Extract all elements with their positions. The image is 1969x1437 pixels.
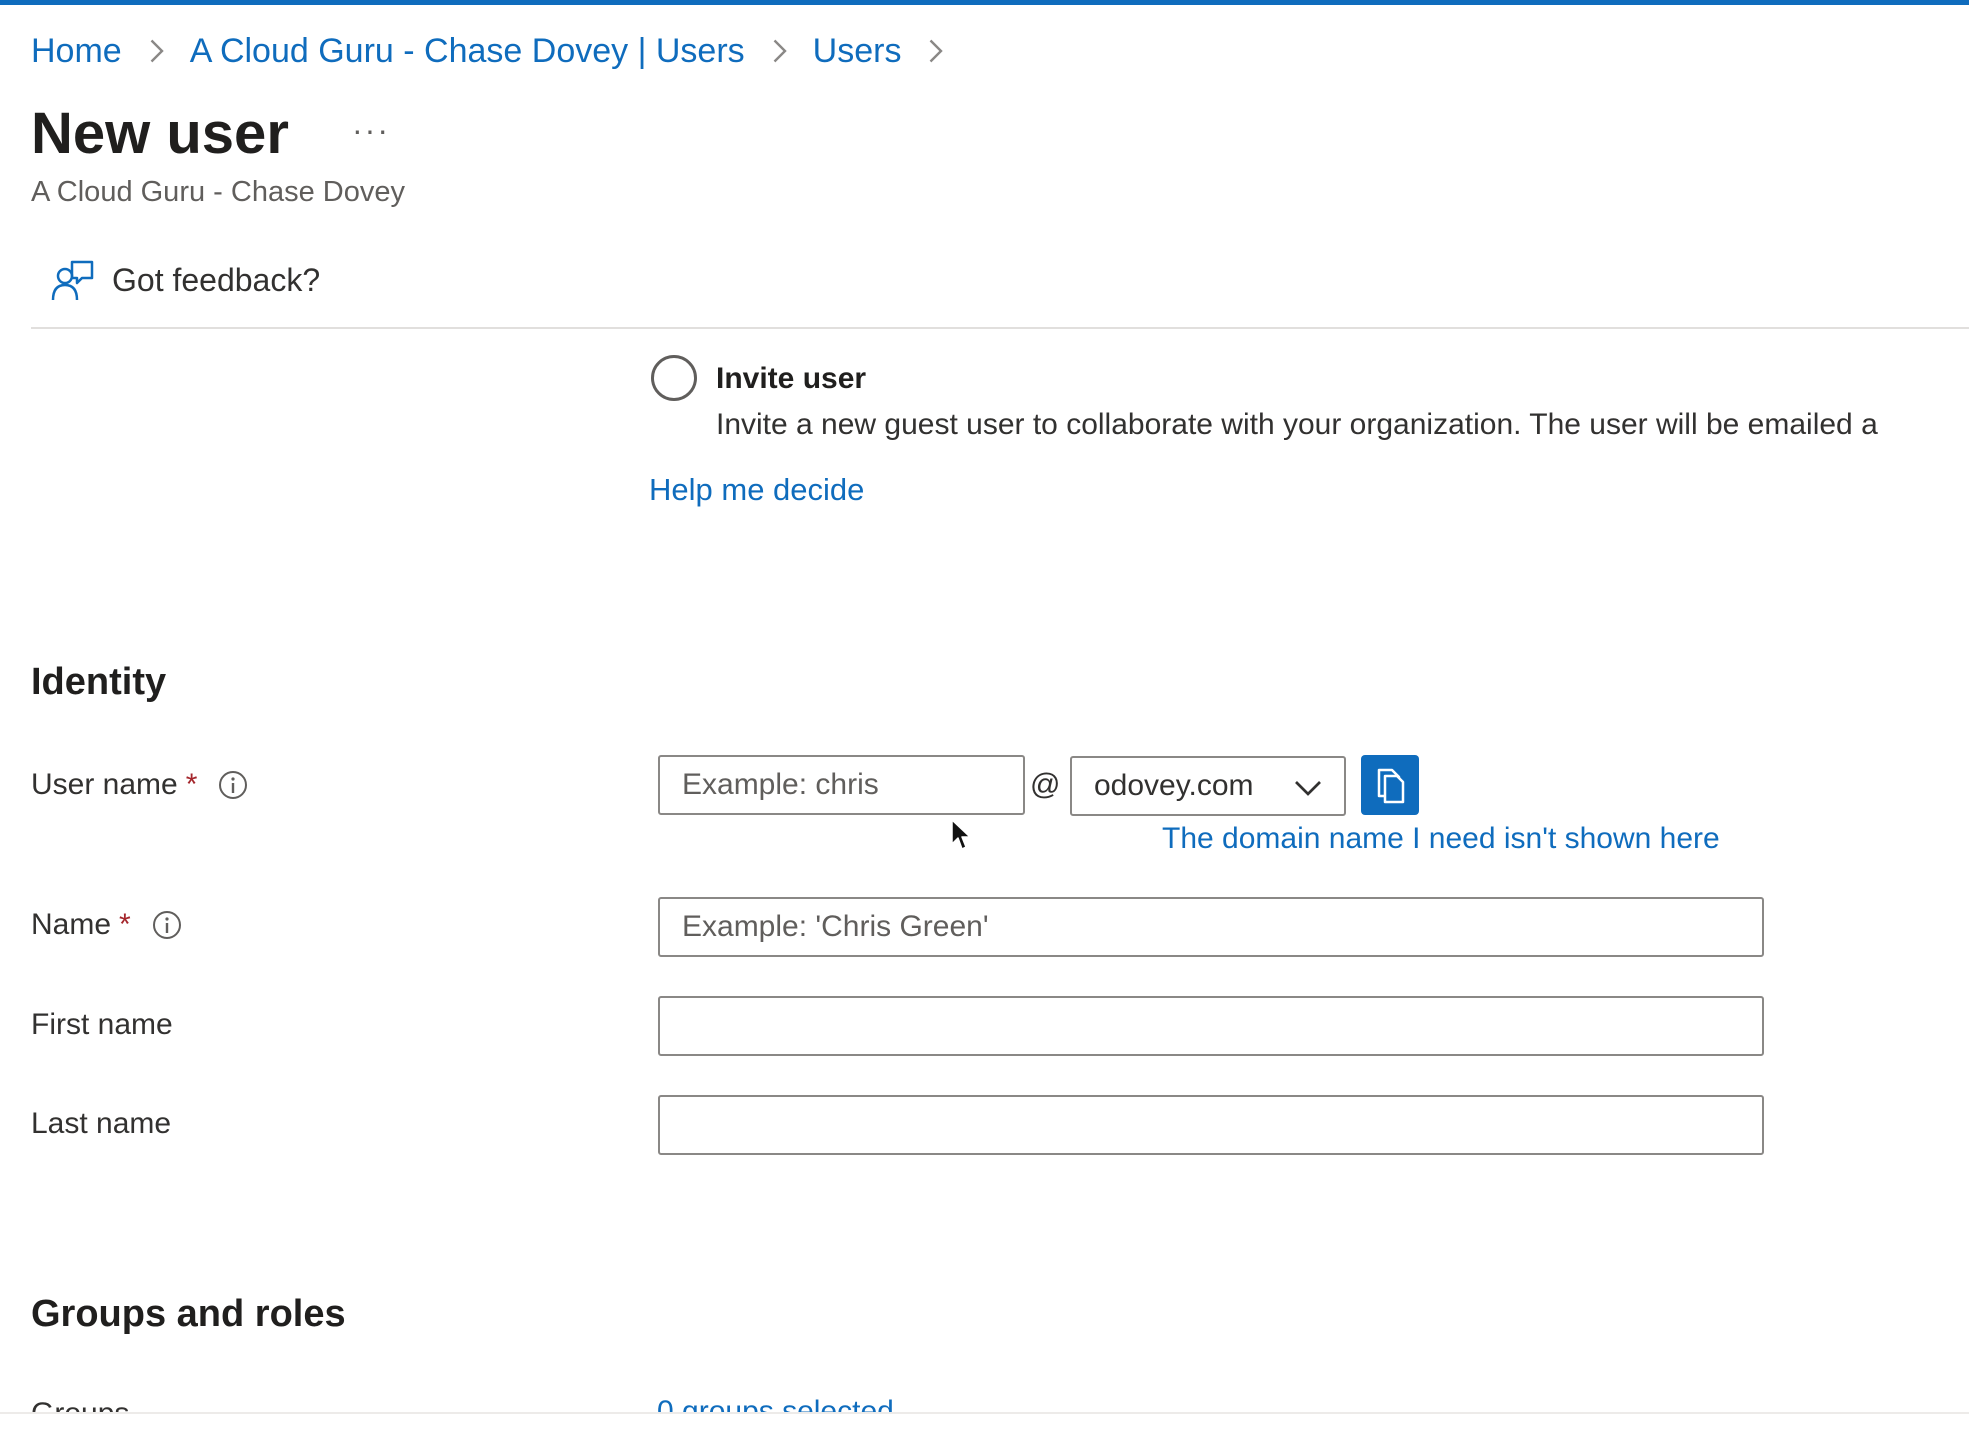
identity-heading: Identity [31,661,167,703]
first-name-input[interactable] [658,996,1764,1056]
feedback-button[interactable]: Got feedback? [48,256,320,304]
required-asterisk: * [119,908,131,941]
chevron-right-icon [761,33,797,69]
user-name-label: User name * [31,768,249,802]
name-label-text: Name [31,908,112,941]
required-asterisk: * [185,768,198,801]
copy-button[interactable] [1361,755,1419,815]
more-options-button[interactable]: ··· [352,112,390,149]
invite-user-title: Invite user [716,362,867,395]
scroll-edge [0,1412,1969,1437]
breadcrumb-home[interactable]: Home [31,32,122,71]
invite-user-description: Invite a new guest user to collaborate w… [716,408,1878,441]
domain-not-shown-link[interactable]: The domain name I need isn't shown here [1162,822,1720,856]
groups-and-roles-heading: Groups and roles [31,1293,346,1335]
info-icon[interactable] [217,769,249,801]
last-name-label: Last name [31,1107,172,1140]
info-icon[interactable] [151,909,183,941]
breadcrumb: Home A Cloud Guru - Chase Dovey | Users … [31,28,969,74]
domain-select[interactable]: odovey.com [1070,756,1346,816]
invite-user-radio[interactable] [651,355,697,401]
chevron-right-icon [917,33,953,69]
user-name-label-text: User name [31,768,178,801]
breadcrumb-users[interactable]: Users [813,32,902,71]
at-sign: @ [1030,768,1061,801]
feedback-icon [48,256,96,304]
header-divider [31,327,1969,329]
top-accent-bar [0,0,1969,5]
chevron-down-icon [1290,770,1326,806]
new-user-page: Home A Cloud Guru - Chase Dovey | Users … [0,0,1969,1437]
user-name-input[interactable]: Example: chris [658,755,1025,815]
first-name-label: First name [31,1008,173,1041]
breadcrumb-tenant-users[interactable]: A Cloud Guru - Chase Dovey | Users [190,32,745,71]
feedback-label: Got feedback? [112,261,321,298]
last-name-input[interactable] [658,1095,1764,1155]
name-label: Name * [31,908,183,942]
mouse-cursor-icon [951,819,971,850]
copy-icon [1377,768,1405,804]
name-input[interactable]: Example: 'Chris Green' [658,897,1764,957]
domain-select-value: odovey.com [1094,769,1254,802]
page-title: New user [31,101,289,166]
chevron-right-icon [138,33,174,69]
page-subtitle: A Cloud Guru - Chase Dovey [31,176,405,208]
help-me-decide-link[interactable]: Help me decide [649,472,864,508]
